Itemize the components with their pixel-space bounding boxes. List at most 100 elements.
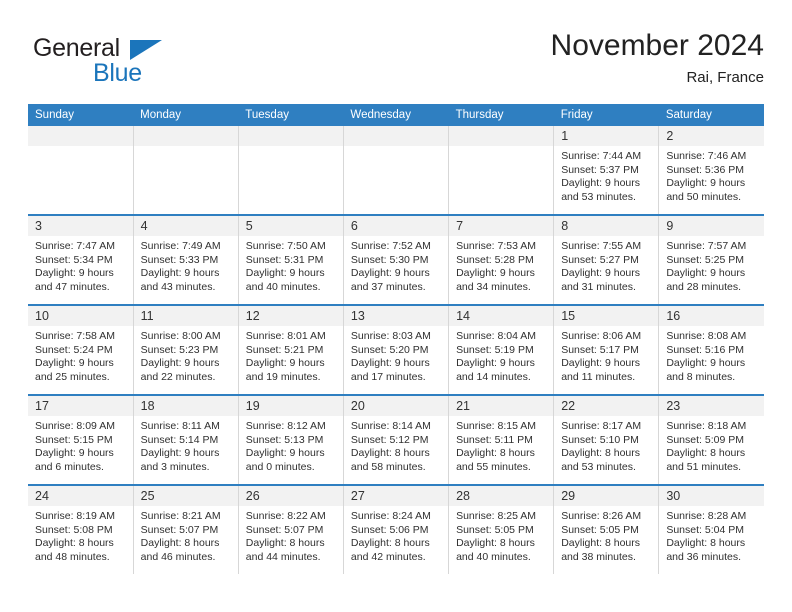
calendar-week-row: 1 Sunrise: 7:44 AM Sunset: 5:37 PM Daylight… [28, 126, 764, 215]
calendar-day-cell[interactable]: 27 Sunrise: 8:24 AM Sunset: 5:06 PM Dayligh… [343, 484, 450, 574]
sunset-text: Sunset: 5:21 PM [245, 343, 324, 356]
calendar-day-cell[interactable]: 13 Sunrise: 8:03 AM Sunset: 5:20 PM Dayligh… [343, 304, 450, 395]
sunset-text: Sunset: 5:17 PM [561, 343, 639, 356]
calendar-day-cell[interactable]: 7 Sunrise: 7:53 AM Sunset: 5:28 PM Daylight… [448, 214, 555, 305]
day-number: 24 [28, 486, 133, 506]
daylight-text-line1: Daylight: 9 hours [666, 357, 746, 370]
calendar-day-cell[interactable]: 19 Sunrise: 8:12 AM Sunset: 5:13 PM Dayligh… [238, 394, 344, 485]
daylight-text-line2: and 44 minutes. [245, 550, 321, 563]
calendar-day-cell[interactable]: 22 Sunrise: 8:17 AM Sunset: 5:10 PM Dayligh… [553, 394, 660, 485]
calendar-day-cell[interactable]: 29 Sunrise: 8:26 AM Sunset: 5:05 PM Dayligh… [553, 484, 660, 574]
daylight-text-line2: and 34 minutes. [456, 280, 531, 293]
day-sun-info: Sunrise: 8:22 AM Sunset: 5:07 PM Daylight:… [239, 506, 343, 564]
daylight-text-line2: and 28 minutes. [666, 280, 742, 293]
daylight-text-line1: Daylight: 9 hours [35, 447, 114, 460]
sunset-text: Sunset: 5:27 PM [561, 253, 639, 266]
sunset-text: Sunset: 5:37 PM [561, 163, 639, 176]
day-number: 2 [659, 126, 764, 146]
calendar-day-cell[interactable]: 10 Sunrise: 7:58 AM Sunset: 5:24 PM Dayligh… [28, 304, 134, 395]
day-number [133, 126, 238, 146]
day-sun-info: Sunrise: 8:14 AM Sunset: 5:12 PM Daylight:… [344, 416, 448, 474]
daylight-text-line1: Daylight: 8 hours [666, 537, 746, 550]
day-number [343, 126, 449, 146]
calendar-day-cell[interactable]: 21 Sunrise: 8:15 AM Sunset: 5:11 PM Dayligh… [448, 394, 555, 485]
day-number: 25 [133, 486, 238, 506]
calendar-day-cell[interactable]: 30 Sunrise: 8:28 AM Sunset: 5:04 PM Dayligh… [658, 484, 764, 574]
location-subtitle: Rai, France [686, 69, 764, 86]
calendar-day-cell[interactable]: 24 Sunrise: 8:19 AM Sunset: 5:08 PM Dayligh… [28, 484, 134, 574]
day-sun-info: Sunrise: 7:55 AM Sunset: 5:27 PM Daylight:… [554, 236, 658, 294]
calendar-day-cell[interactable]: 2 Sunrise: 7:46 AM Sunset: 5:36 PM Daylight… [658, 126, 764, 215]
calendar-day-cell[interactable]: 12 Sunrise: 8:01 AM Sunset: 5:21 PM Dayligh… [238, 304, 344, 395]
calendar-day-cell[interactable]: 1 Sunrise: 7:44 AM Sunset: 5:37 PM Daylight… [553, 126, 660, 215]
calendar-day-cell[interactable]: 6 Sunrise: 7:52 AM Sunset: 5:30 PM Daylight… [343, 214, 450, 305]
day-number [28, 126, 133, 146]
daylight-text-line1: Daylight: 8 hours [350, 447, 430, 460]
calendar-day-cell[interactable]: 11 Sunrise: 8:00 AM Sunset: 5:23 PM Dayligh… [133, 304, 239, 395]
daylight-text-line1: Daylight: 8 hours [350, 537, 430, 550]
daylight-text-line1: Daylight: 9 hours [35, 267, 114, 280]
daylight-text-line2: and 31 minutes. [561, 280, 636, 293]
day-sun-info: Sunrise: 7:50 AM Sunset: 5:31 PM Daylight:… [239, 236, 343, 294]
sunset-text: Sunset: 5:33 PM [140, 253, 219, 266]
calendar-day-cell[interactable]: 28 Sunrise: 8:25 AM Sunset: 5:05 PM Dayligh… [448, 484, 555, 574]
calendar-day-cell[interactable]: 8 Sunrise: 7:55 AM Sunset: 5:27 PM Daylight… [553, 214, 660, 305]
calendar-week-row: 10 Sunrise: 7:58 AM Sunset: 5:24 PM Dayligh… [28, 304, 764, 395]
sunset-text: Sunset: 5:30 PM [350, 253, 429, 266]
sunset-text: Sunset: 5:23 PM [140, 343, 219, 356]
calendar-day-cell[interactable]: 5 Sunrise: 7:50 AM Sunset: 5:31 PM Daylight… [238, 214, 344, 305]
calendar-day-cell-empty [448, 126, 555, 215]
sunset-text: Sunset: 5:06 PM [350, 523, 429, 536]
calendar-day-cell[interactable]: 15 Sunrise: 8:06 AM Sunset: 5:17 PM Dayligh… [553, 304, 660, 395]
sunrise-text: Sunrise: 7:44 AM [561, 150, 642, 162]
calendar-day-cell[interactable]: 17 Sunrise: 8:09 AM Sunset: 5:15 PM Dayligh… [28, 394, 134, 485]
daylight-text-line1: Daylight: 8 hours [561, 447, 640, 460]
calendar-day-cell[interactable]: 14 Sunrise: 8:04 AM Sunset: 5:19 PM Dayligh… [448, 304, 555, 395]
day-sun-info: Sunrise: 8:18 AM Sunset: 5:09 PM Daylight:… [659, 416, 764, 474]
calendar-day-cell[interactable]: 9 Sunrise: 7:57 AM Sunset: 5:25 PM Daylight… [658, 214, 764, 305]
day-number: 15 [554, 306, 659, 326]
sunset-text: Sunset: 5:20 PM [350, 343, 429, 356]
sunrise-text: Sunrise: 8:01 AM [245, 330, 326, 342]
day-sun-info: Sunrise: 7:49 AM Sunset: 5:33 PM Daylight:… [134, 236, 238, 294]
day-number: 21 [449, 396, 554, 416]
day-sun-info: Sunrise: 8:01 AM Sunset: 5:21 PM Daylight:… [239, 326, 343, 384]
calendar-day-cell[interactable]: 26 Sunrise: 8:22 AM Sunset: 5:07 PM Dayligh… [238, 484, 344, 574]
daylight-text-line2: and 38 minutes. [561, 550, 636, 563]
day-sun-info: Sunrise: 8:04 AM Sunset: 5:19 PM Daylight:… [449, 326, 553, 384]
day-number: 18 [133, 396, 238, 416]
daylight-text-line2: and 36 minutes. [666, 550, 742, 563]
calendar-day-cell[interactable]: 23 Sunrise: 8:18 AM Sunset: 5:09 PM Dayligh… [658, 394, 764, 485]
general-blue-logo[interactable]: General Blue [33, 34, 183, 90]
sunset-text: Sunset: 5:14 PM [140, 433, 219, 446]
calendar-day-cell[interactable]: 16 Sunrise: 8:08 AM Sunset: 5:16 PM Dayligh… [658, 304, 764, 395]
weekday-header-monday: Monday [133, 104, 239, 126]
calendar-day-cell[interactable]: 4 Sunrise: 7:49 AM Sunset: 5:33 PM Daylight… [133, 214, 239, 305]
sunset-text: Sunset: 5:04 PM [666, 523, 744, 536]
sunrise-text: Sunrise: 8:25 AM [456, 510, 537, 522]
day-sun-info: Sunrise: 8:15 AM Sunset: 5:11 PM Daylight:… [449, 416, 553, 474]
page-title: November 2024 [550, 29, 764, 62]
sunrise-text: Sunrise: 8:17 AM [561, 420, 642, 432]
daylight-text-line2: and 48 minutes. [35, 550, 110, 563]
sunrise-text: Sunrise: 8:15 AM [456, 420, 537, 432]
day-number [238, 126, 343, 146]
day-sun-info: Sunrise: 8:08 AM Sunset: 5:16 PM Daylight:… [659, 326, 764, 384]
daylight-text-line1: Daylight: 8 hours [456, 537, 535, 550]
day-sun-info: Sunrise: 7:57 AM Sunset: 5:25 PM Daylight:… [659, 236, 764, 294]
calendar-day-cell[interactable]: 18 Sunrise: 8:11 AM Sunset: 5:14 PM Dayligh… [133, 394, 239, 485]
day-number: 1 [554, 126, 659, 146]
daylight-text-line1: Daylight: 9 hours [140, 357, 220, 370]
sunrise-text: Sunrise: 8:28 AM [666, 510, 747, 522]
daylight-text-line1: Daylight: 9 hours [561, 267, 640, 280]
day-sun-info: Sunrise: 8:03 AM Sunset: 5:20 PM Daylight:… [344, 326, 448, 384]
sunset-text: Sunset: 5:12 PM [350, 433, 429, 446]
calendar-day-cell[interactable]: 25 Sunrise: 8:21 AM Sunset: 5:07 PM Dayligh… [133, 484, 239, 574]
calendar-day-cell[interactable]: 20 Sunrise: 8:14 AM Sunset: 5:12 PM Dayligh… [343, 394, 450, 485]
daylight-text-line1: Daylight: 9 hours [140, 447, 220, 460]
day-sun-info: Sunrise: 7:46 AM Sunset: 5:36 PM Daylight:… [659, 146, 764, 204]
day-number: 5 [238, 216, 343, 236]
sunset-text: Sunset: 5:16 PM [666, 343, 744, 356]
daylight-text-line2: and 51 minutes. [666, 460, 742, 473]
calendar-day-cell[interactable]: 3 Sunrise: 7:47 AM Sunset: 5:34 PM Daylight… [28, 214, 134, 305]
